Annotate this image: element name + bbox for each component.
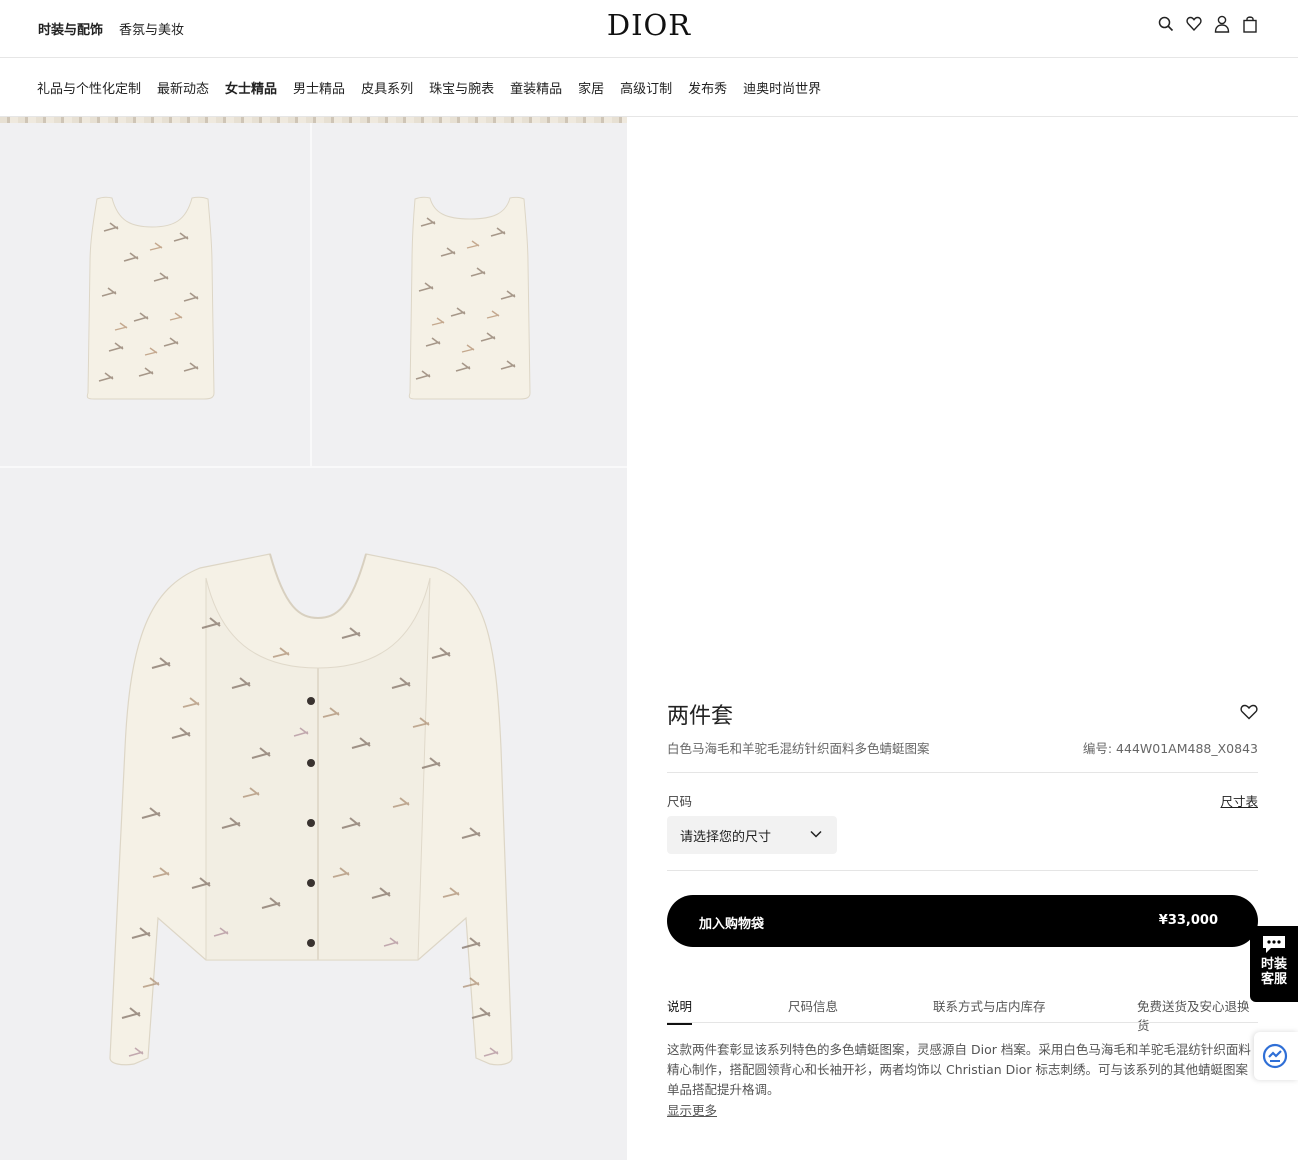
tab-size-info[interactable]: 尺码信息	[788, 996, 838, 1015]
tab-underline	[667, 1022, 1258, 1023]
product-description: 这款两件套彰显该系列特色的多色蜻蜓图案，灵感源自 Dior 档案。采用白色马海毛…	[667, 1042, 1251, 1097]
top-bar: 时装与配饰 香氛与美妆 DIOR	[0, 0, 1298, 58]
show-more-link[interactable]: 显示更多	[667, 1100, 717, 1119]
nav-item-gifts[interactable]: 礼品与个性化定制	[37, 78, 141, 97]
add-to-bag-label: 加入购物袋	[699, 917, 765, 932]
product-image-tank-front[interactable]	[0, 123, 310, 466]
heart-icon[interactable]	[1186, 14, 1202, 34]
product-tabs: 说明 尺码信息 联系方式与店内库存 免费送货及安心退换货	[667, 996, 1258, 1033]
product-price: ¥33,000	[1158, 913, 1218, 928]
product-image-tank-back[interactable]	[312, 123, 627, 466]
divider	[667, 772, 1258, 773]
tab-delivery-returns[interactable]: 免费送货及安心退换货	[1137, 996, 1258, 1034]
nav-item-new[interactable]: 最新动态	[157, 78, 209, 97]
divider	[667, 870, 1258, 871]
chat-service-label: 时装客服	[1260, 957, 1287, 987]
chat-bubble-icon	[1261, 934, 1287, 954]
nav-item-leather[interactable]: 皮具系列	[361, 78, 413, 97]
chevron-down-icon	[809, 827, 823, 841]
add-to-bag-button[interactable]: 加入购物袋 ¥33,000	[667, 895, 1258, 947]
nav-item-jewelry[interactable]: 珠宝与腕表	[429, 78, 494, 97]
tab-contact-stock[interactable]: 联系方式与店内库存	[933, 996, 1046, 1015]
product-subtitle: 白色马海毛和羊驼毛混纺针织面料多色蜻蜓图案	[667, 741, 930, 756]
user-icon[interactable]	[1214, 14, 1230, 34]
header-icons	[1158, 14, 1258, 34]
nav-list: 礼品与个性化定制 最新动态 女士精品 男士精品 皮具系列 珠宝与腕表 童装精品 …	[37, 78, 821, 97]
chat-service-widget[interactable]: 时装客服	[1250, 926, 1298, 1002]
size-label: 尺码	[667, 794, 693, 809]
nav-item-home[interactable]: 家居	[578, 78, 604, 97]
size-select[interactable]: 请选择您的尺寸	[667, 816, 837, 854]
tab-description[interactable]: 说明	[667, 996, 693, 1025]
nav-item-couture[interactable]: 高级订制	[620, 78, 672, 97]
product-title: 两件套	[667, 704, 734, 729]
nav-item-world[interactable]: 迪奥时尚世界	[743, 78, 821, 97]
nav-item-women[interactable]: 女士精品	[225, 78, 277, 97]
assistant-icon	[1262, 1043, 1288, 1069]
assistant-float-button[interactable]	[1254, 1032, 1298, 1080]
product-image-twinset[interactable]	[0, 468, 627, 1160]
size-select-value: 请选择您的尺寸	[680, 830, 772, 845]
nav-item-men[interactable]: 男士精品	[293, 78, 345, 97]
main-nav: 礼品与个性化定制 最新动态 女士精品 男士精品 皮具系列 珠宝与腕表 童装精品 …	[0, 58, 1298, 117]
nav-item-shows[interactable]: 发布秀	[688, 78, 727, 97]
wishlist-heart-icon[interactable]	[1240, 704, 1258, 720]
search-icon[interactable]	[1158, 14, 1174, 34]
bag-icon[interactable]	[1242, 14, 1258, 34]
product-reference: 编号: 444W01AM488_X0843	[1082, 741, 1258, 756]
size-chart-link[interactable]: 尺寸表	[1220, 791, 1258, 810]
product-gallery	[0, 117, 627, 1160]
dior-logo[interactable]: DIOR	[0, 8, 1298, 42]
nav-item-kids[interactable]: 童装精品	[510, 78, 562, 97]
